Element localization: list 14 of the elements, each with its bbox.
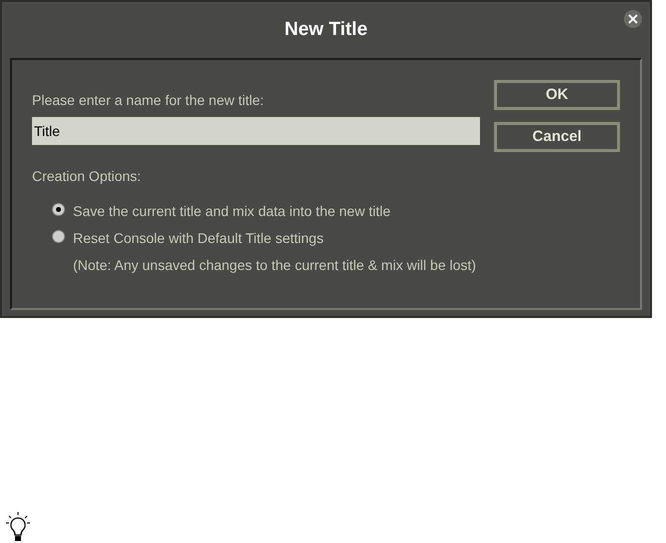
lightbulb-icon: [4, 510, 32, 542]
close-button[interactable]: [624, 10, 642, 28]
options-label: Creation Options:: [32, 167, 142, 186]
name-input-field[interactable]: Title: [32, 117, 480, 145]
cancel-button[interactable]: Cancel: [494, 122, 620, 152]
radio-button[interactable]: [52, 230, 65, 243]
close-icon: [628, 14, 638, 24]
ok-button[interactable]: OK: [494, 80, 620, 110]
radio-button[interactable]: [52, 203, 65, 216]
prompt-label: Please enter a name for the new title:: [32, 91, 265, 110]
dialog-title: New Title: [284, 18, 368, 42]
option-label: Reset Console with Default Title settings: [73, 229, 325, 248]
option-label: Save the current title and mix data into the new title: [73, 202, 391, 221]
option-note: (Note: Any unsaved changes to the current title & mix will be lost): [73, 256, 476, 275]
